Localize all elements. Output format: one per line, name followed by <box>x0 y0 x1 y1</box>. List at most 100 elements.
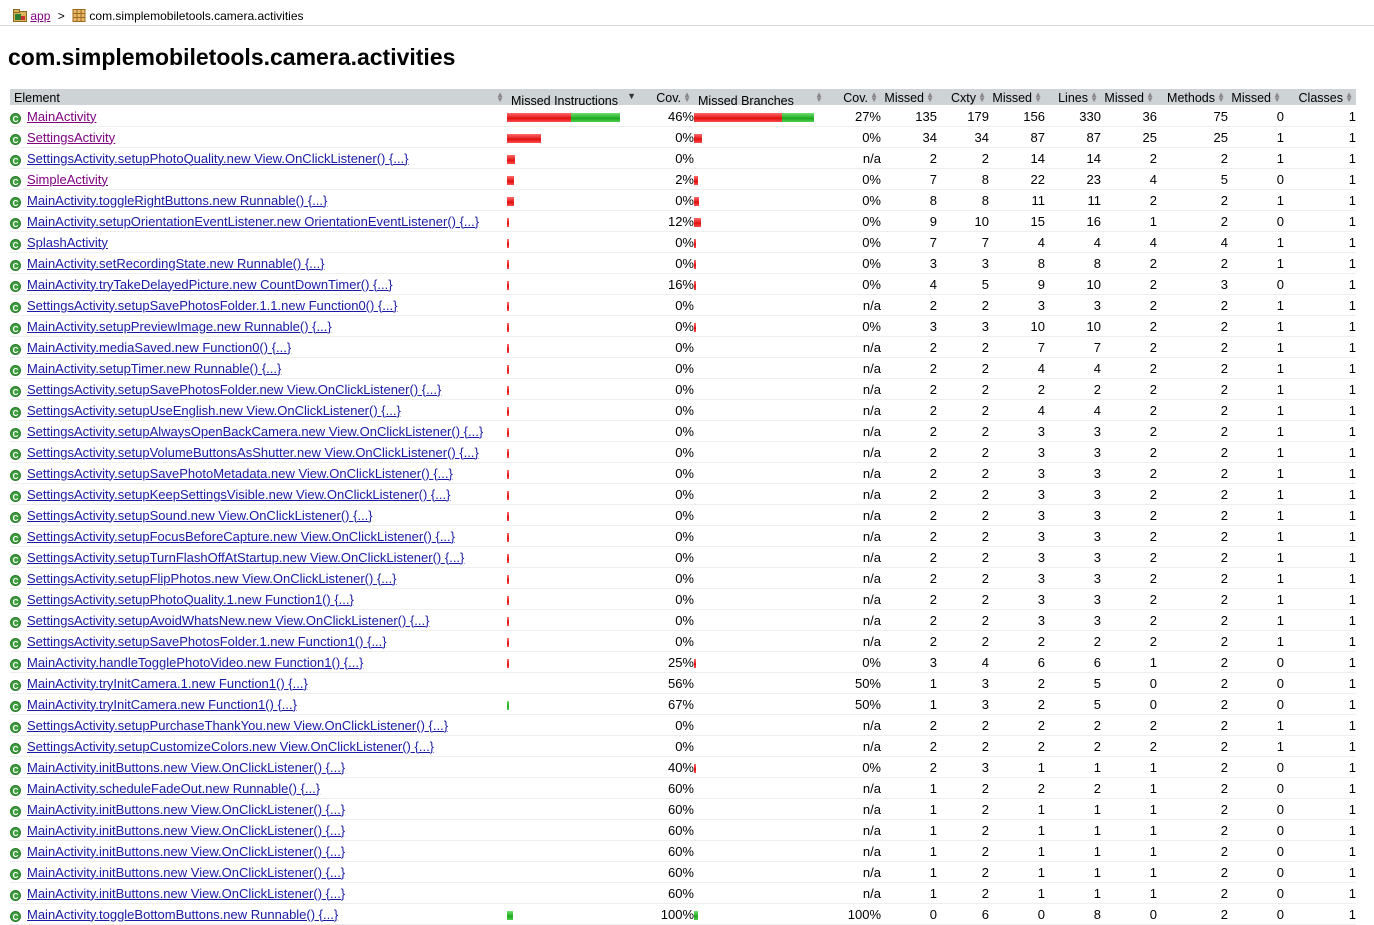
missed-lines: 3 <box>989 525 1045 547</box>
missed-lines: 22 <box>989 168 1045 190</box>
missed-classes: 0 <box>1228 210 1284 232</box>
element-link[interactable]: SettingsActivity.setupSavePhotoMetadata.… <box>27 466 453 481</box>
column-header-element[interactable]: Element ▲ ▼ <box>10 89 507 106</box>
classes: 1 <box>1284 441 1356 463</box>
element-link[interactable]: MainActivity.setupPreviewImage.new Runna… <box>27 319 332 334</box>
element-link[interactable]: SettingsActivity.setupAlwaysOpenBackCame… <box>27 424 483 439</box>
element-link[interactable]: SettingsActivity.setupUseEnglish.new Vie… <box>27 403 401 418</box>
table-header: Element ▲ ▼ Missed Instructions ▼ Cov. ▲ ▼ Mi… <box>10 89 1356 106</box>
element-link[interactable]: MainActivity.tryInitCamera.new Function1… <box>27 697 297 712</box>
missed-branches-bar <box>694 756 826 778</box>
element-link[interactable]: SettingsActivity.setupPhotoQuality.1.new… <box>27 592 354 607</box>
element-link[interactable]: MainActivity.initButtons.new View.OnClic… <box>27 886 345 901</box>
complexity: 2 <box>937 462 989 484</box>
missed-instructions-bar <box>507 315 639 337</box>
element-link[interactable]: SimpleActivity <box>27 172 108 187</box>
missed-bar <box>507 574 509 584</box>
classes: 1 <box>1284 525 1356 547</box>
missed-branches-bar <box>694 399 826 421</box>
missed-complexity: 2 <box>881 483 937 505</box>
element-link[interactable]: MainActivity <box>27 109 96 124</box>
lines: 3 <box>1045 525 1101 547</box>
element-link[interactable]: SettingsActivity <box>27 130 115 145</box>
element-cell: C SettingsActivity.setupKeepSettingsVisib… <box>10 483 507 505</box>
element-link[interactable]: SettingsActivity.setupKeepSettingsVisibl… <box>27 487 450 502</box>
column-header-missed-instructions[interactable]: Missed Instructions ▼ <box>507 89 639 106</box>
column-header-missed-lines[interactable]: Missed ▲ ▼ <box>989 89 1045 106</box>
element-link[interactable]: MainActivity.setupTimer.new Runnable() {… <box>27 361 281 376</box>
missed-bar <box>507 280 509 290</box>
column-header-complexity[interactable]: Cxty ▲ ▼ <box>937 89 989 106</box>
element-link[interactable]: MainActivity.initButtons.new View.OnClic… <box>27 760 345 775</box>
column-header-lines[interactable]: Lines ▲ ▼ <box>1045 89 1101 106</box>
methods: 2 <box>1157 441 1228 463</box>
column-header-branch-coverage[interactable]: Cov. ▲ ▼ <box>826 89 881 106</box>
element-link[interactable]: MainActivity.scheduleFadeOut.new Runnabl… <box>27 781 320 796</box>
element-link[interactable]: SettingsActivity.setupSavePhotosFolder.1… <box>27 298 397 313</box>
missed-classes: 1 <box>1228 567 1284 589</box>
table-row: C SettingsActivity 0% 0% 34 34 87 87 25 25 1 1 <box>10 126 1356 148</box>
element-cell: C SimpleActivity <box>10 168 507 190</box>
column-header-methods[interactable]: Methods ▲ ▼ <box>1157 89 1228 106</box>
element-link[interactable]: SettingsActivity.setupPurchaseThankYou.n… <box>27 718 448 733</box>
missed-bar <box>507 427 509 437</box>
breadcrumb-app-link[interactable]: app <box>30 9 50 23</box>
class-icon: C <box>10 616 21 628</box>
element-link[interactable]: SettingsActivity.setupAvoidWhatsNew.new … <box>27 613 429 628</box>
element-link[interactable]: SplashActivity <box>27 235 108 250</box>
element-link[interactable]: MainActivity.toggleBottomButtons.new Run… <box>27 907 338 922</box>
element-cell: C MainActivity.handleTogglePhotoVideo.new… <box>10 651 507 673</box>
missed-lines: 6 <box>989 651 1045 673</box>
missed-bar <box>507 532 509 542</box>
table-row: C SettingsActivity.setupKeepSettingsVisib… <box>10 483 1356 505</box>
element-link[interactable]: SettingsActivity.setupFlipPhotos.new Vie… <box>27 571 396 586</box>
missed-branches-bar <box>694 777 826 799</box>
missed-methods: 2 <box>1101 294 1157 316</box>
element-link[interactable]: MainActivity.toggleRightButtons.new Runn… <box>27 193 327 208</box>
element-link[interactable]: SettingsActivity.setupFocusBeforeCapture… <box>27 529 455 544</box>
element-link[interactable]: SettingsActivity.setupPhotoQuality.new V… <box>27 151 409 166</box>
element-link[interactable]: MainActivity.tryTakeDelayedPicture.new C… <box>27 277 393 292</box>
element-link[interactable]: MainActivity.initButtons.new View.OnClic… <box>27 802 345 817</box>
element-link[interactable]: MainActivity.tryInitCamera.1.new Functio… <box>27 676 308 691</box>
branch-coverage: n/a <box>826 735 881 757</box>
page-title: com.simplemobiletools.camera.activities <box>8 44 456 70</box>
missed-classes: 0 <box>1228 273 1284 295</box>
missed-lines: 8 <box>989 252 1045 274</box>
element-link[interactable]: SettingsActivity.setupSavePhotosFolder.n… <box>27 382 441 397</box>
element-link[interactable]: MainActivity.setupOrientationEventListen… <box>27 214 479 229</box>
class-icon: C <box>10 700 21 712</box>
column-header-instruction-coverage[interactable]: Cov. ▲ ▼ <box>639 89 694 106</box>
instruction-coverage: 0% <box>639 588 694 610</box>
complexity: 2 <box>937 525 989 547</box>
missed-lines: 1 <box>989 861 1045 883</box>
element-link[interactable]: SettingsActivity.setupVolumeButtonsAsShu… <box>27 445 479 460</box>
element-link[interactable]: MainActivity.initButtons.new View.OnClic… <box>27 823 345 838</box>
column-header-classes[interactable]: Classes ▲ ▼ <box>1284 89 1356 106</box>
element-link[interactable]: SettingsActivity.setupTurnFlashOffAtStar… <box>27 550 464 565</box>
missed-instructions-bar <box>507 273 639 295</box>
branch-coverage: n/a <box>826 441 881 463</box>
element-link[interactable]: MainActivity.mediaSaved.new Function0() … <box>27 340 291 355</box>
missed-branches-bar <box>694 903 826 925</box>
element-link[interactable]: SettingsActivity.setupSavePhotosFolder.1… <box>27 634 387 649</box>
element-link[interactable]: SettingsActivity.setupCustomizeColors.ne… <box>27 739 434 754</box>
sort-icon: ▲ ▼ <box>1090 90 1098 104</box>
element-link[interactable]: SettingsActivity.setupSound.new View.OnC… <box>27 508 373 523</box>
column-header-missed-branches[interactable]: Missed Branches ▲ ▼ <box>694 89 826 106</box>
column-header-missed-complexity[interactable]: Missed ▲ ▼ <box>881 89 937 106</box>
lines: 1 <box>1045 840 1101 862</box>
element-link[interactable]: MainActivity.setRecordingState.new Runna… <box>27 256 324 271</box>
missed-branches-bar <box>694 273 826 295</box>
column-header-missed-methods[interactable]: Missed ▲ ▼ <box>1101 89 1157 106</box>
element-link[interactable]: MainActivity.initButtons.new View.OnClic… <box>27 844 345 859</box>
column-header-missed-classes[interactable]: Missed ▲ ▼ <box>1228 89 1284 106</box>
classes: 1 <box>1284 630 1356 652</box>
missed-lines: 7 <box>989 336 1045 358</box>
methods: 2 <box>1157 882 1228 904</box>
covered-bar <box>694 910 698 920</box>
element-link[interactable]: MainActivity.initButtons.new View.OnClic… <box>27 865 345 880</box>
missed-lines: 2 <box>989 630 1045 652</box>
element-cell: C MainActivity.initButtons.new View.OnCli… <box>10 840 507 862</box>
element-link[interactable]: MainActivity.handleTogglePhotoVideo.new … <box>27 655 363 670</box>
